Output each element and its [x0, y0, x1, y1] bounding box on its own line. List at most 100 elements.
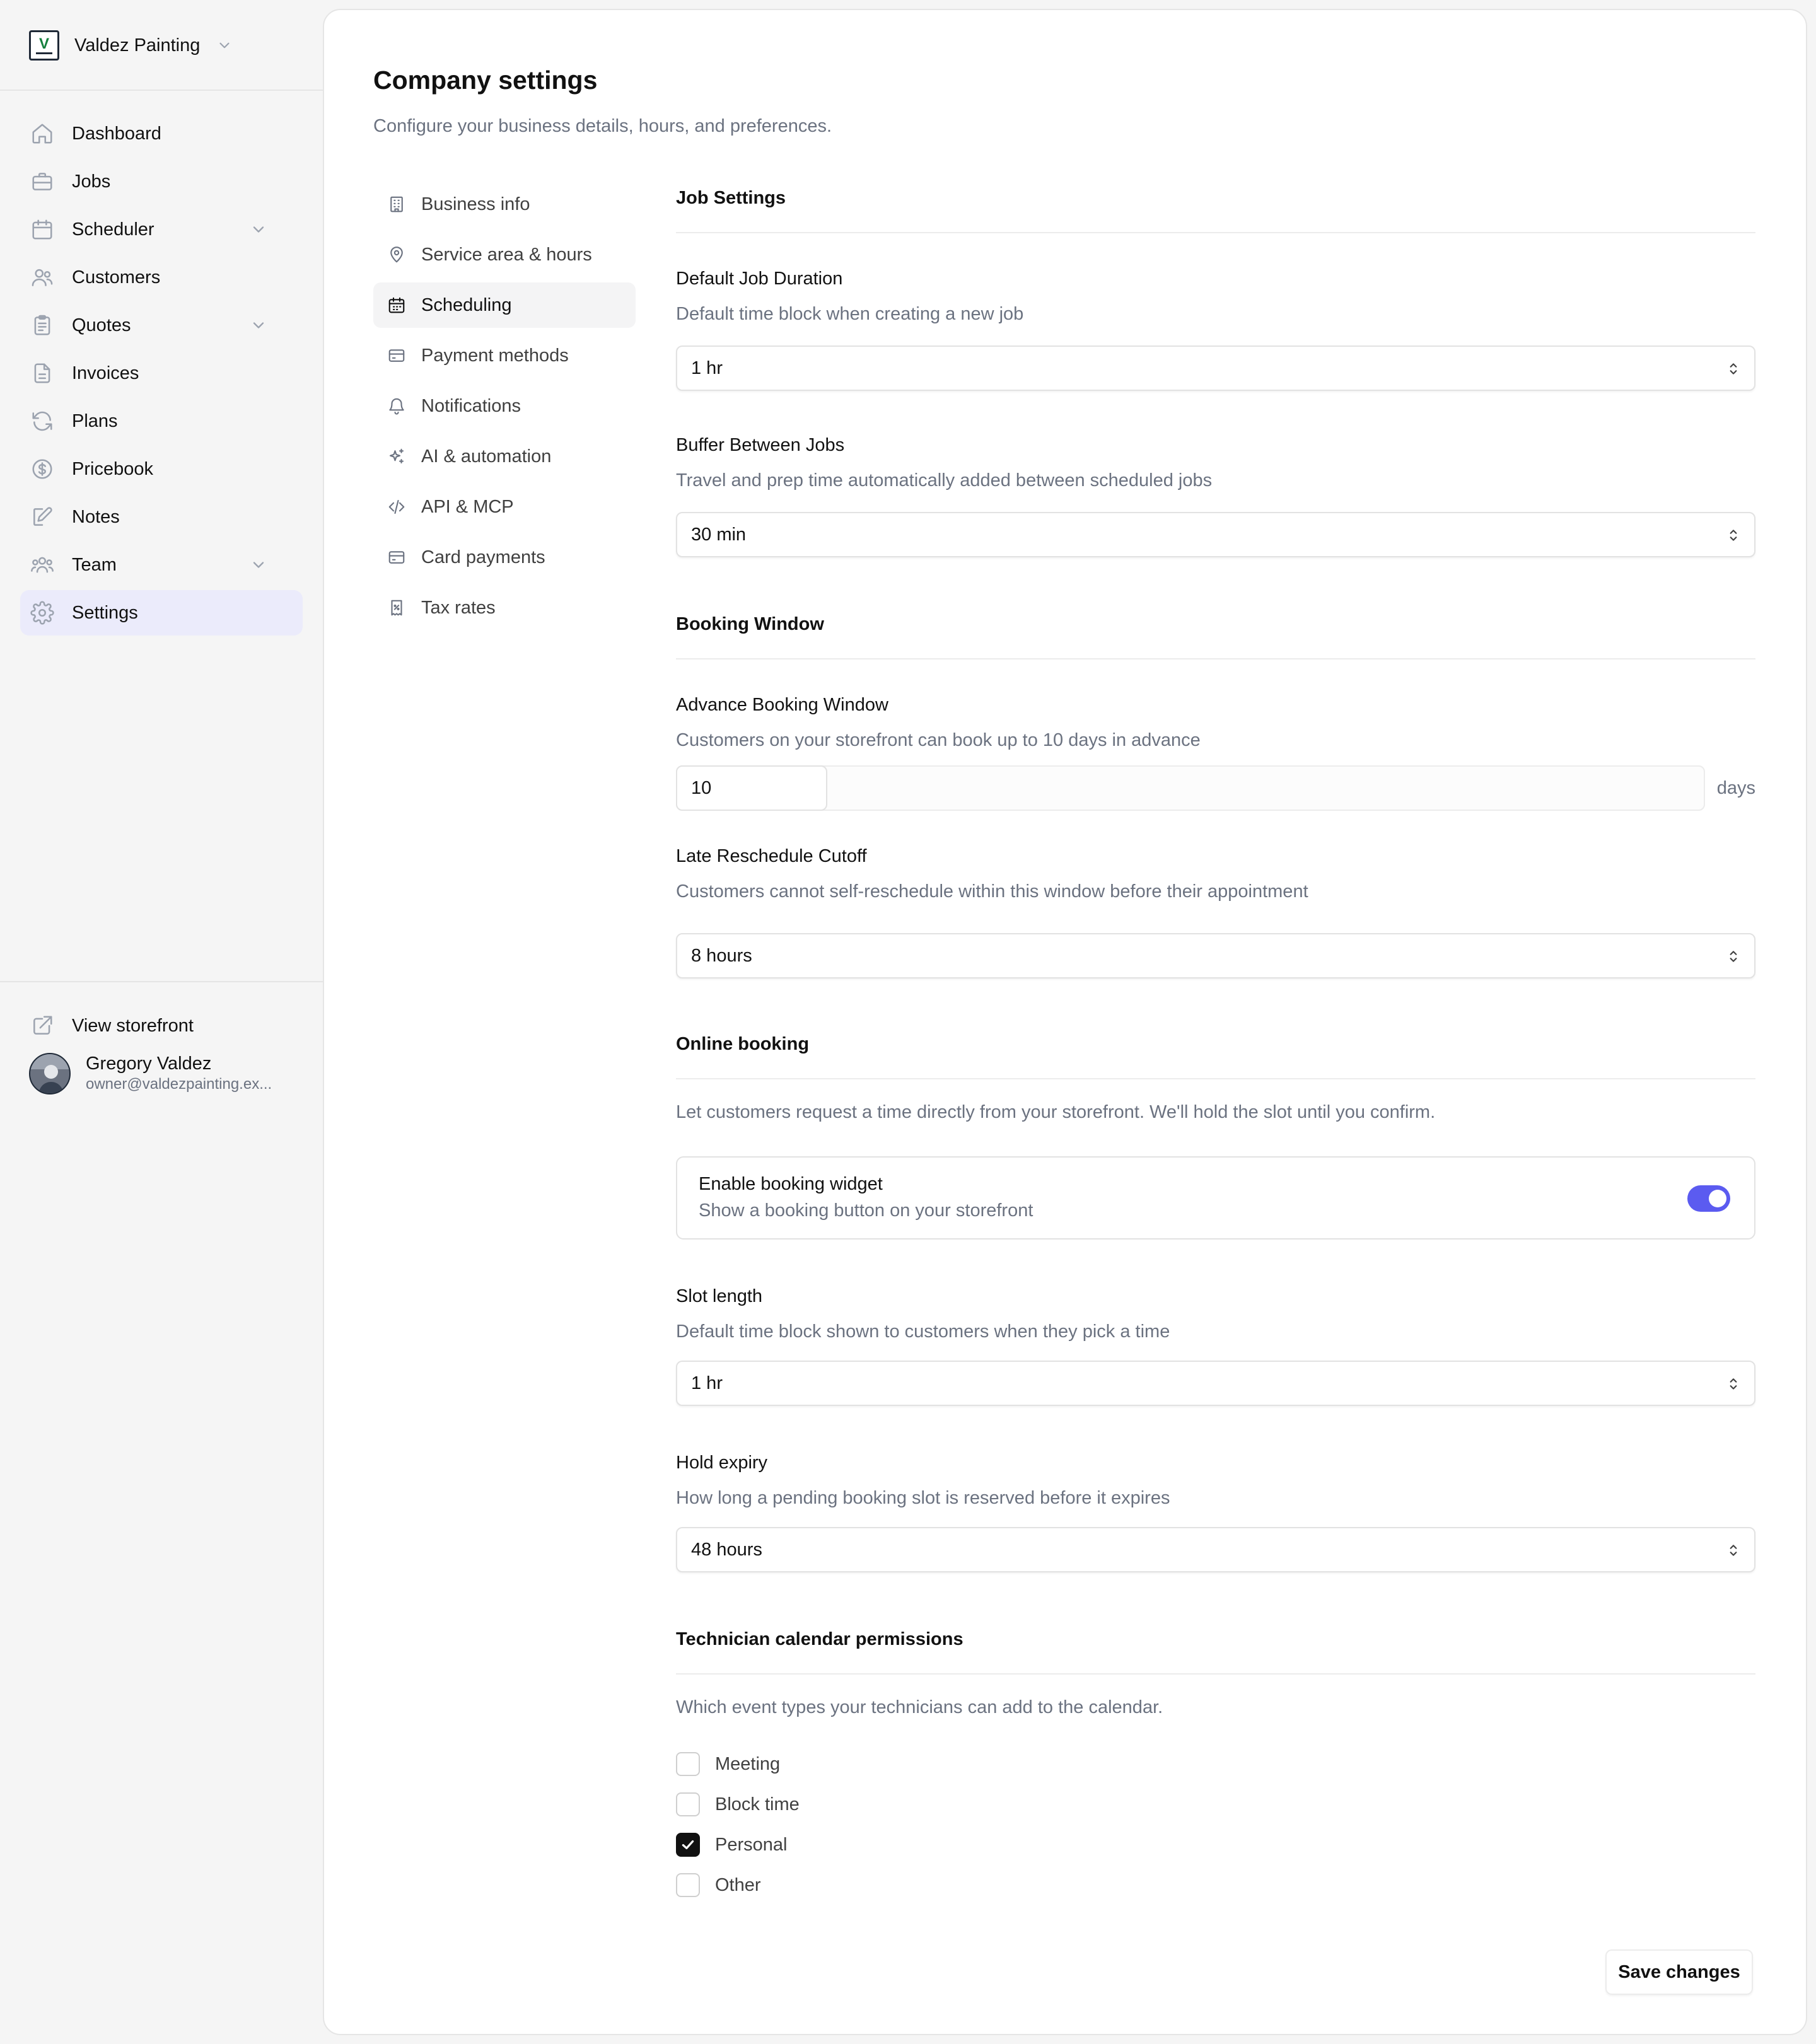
- select-value: 8 hours: [691, 945, 752, 966]
- advance-booking-window-field: 10 days: [676, 765, 1755, 811]
- advance-booking-window-help: Customers on your storefront can book up…: [676, 730, 1201, 750]
- advance-booking-window-input[interactable]: 10: [676, 765, 827, 811]
- meeting-checkbox[interactable]: [676, 1752, 700, 1776]
- select-value: 48 hours: [691, 1539, 762, 1560]
- section-divider: [676, 658, 1755, 659]
- settings-tab-service-area[interactable]: Service area & hours: [373, 232, 636, 277]
- settings-tab-card-payments[interactable]: Card payments: [373, 535, 636, 580]
- credit-card-icon: [387, 346, 406, 365]
- settings-tab-label: Scheduling: [421, 294, 512, 315]
- late-reschedule-cutoff-select[interactable]: 8 hours: [676, 933, 1755, 978]
- sidebar-divider: [0, 90, 323, 91]
- credit-card-icon: [387, 548, 406, 567]
- checkbox-label: Personal: [715, 1834, 788, 1855]
- buffer-between-jobs-select[interactable]: 30 min: [676, 512, 1755, 557]
- company-name: Valdez Painting: [74, 35, 201, 55]
- block-time-checkbox[interactable]: [676, 1792, 700, 1816]
- settings-tab-api-mcp[interactable]: API & MCP: [373, 484, 636, 530]
- sidebar-item-label: Pricebook: [72, 458, 153, 479]
- chevron-up-down-icon: [1725, 527, 1742, 543]
- company-logo: V: [29, 30, 59, 61]
- sidebar-item-label: Dashboard: [72, 123, 161, 144]
- chevron-down-icon[interactable]: [250, 316, 274, 340]
- sidebar-item-dashboard[interactable]: Dashboard: [20, 111, 303, 156]
- late-reschedule-cutoff-help: Customers cannot self-reschedule within …: [676, 881, 1308, 902]
- slot-length-select[interactable]: 1 hr: [676, 1361, 1755, 1406]
- settings-tab-label: Tax rates: [421, 597, 496, 618]
- sidebar-item-label: Team: [72, 554, 117, 575]
- code-icon: [387, 497, 406, 516]
- sidebar-footer: View storefront Gregory Valdez owner@val…: [20, 1006, 303, 1095]
- main-content: Company settings Configure your business…: [323, 9, 1807, 2035]
- checkbox-label: Meeting: [715, 1753, 781, 1774]
- sidebar-item-notes[interactable]: Notes: [20, 494, 303, 540]
- settings-tab-label: Business info: [421, 194, 530, 214]
- input-suffix: days: [1716, 778, 1755, 798]
- sidebar-divider: [0, 981, 323, 982]
- page-subtitle: Configure your business details, hours, …: [373, 116, 832, 136]
- sidebar-item-label: Plans: [72, 410, 118, 431]
- other-checkbox[interactable]: [676, 1873, 700, 1897]
- view-storefront-link[interactable]: View storefront: [20, 1006, 303, 1045]
- booking-widget-title: Enable booking widget: [699, 1174, 883, 1194]
- buffer-between-jobs-help: Travel and prep time automatically added…: [676, 470, 1213, 491]
- hold-expiry-select[interactable]: 48 hours: [676, 1527, 1755, 1572]
- user-name: Gregory Valdez: [86, 1054, 212, 1074]
- settings-tab-payment-methods[interactable]: Payment methods: [373, 333, 636, 378]
- company-switcher[interactable]: V Valdez Painting: [29, 29, 233, 62]
- booking-widget-subtitle: Show a booking button on your storefront: [699, 1200, 1033, 1221]
- chevron-down-icon[interactable]: [250, 221, 274, 245]
- select-value: 1 hr: [691, 357, 723, 378]
- refresh-icon: [30, 409, 54, 433]
- settings-nav: Business info Service area & hours Sched…: [373, 182, 636, 636]
- sidebar-item-invoices[interactable]: Invoices: [20, 351, 303, 396]
- settings-tab-scheduling[interactable]: Scheduling: [373, 282, 636, 328]
- settings-tab-notifications[interactable]: Notifications: [373, 383, 636, 429]
- sidebar-item-customers[interactable]: Customers: [20, 255, 303, 300]
- settings-tab-label: API & MCP: [421, 496, 514, 517]
- permission-option-other: Other: [676, 1873, 761, 1898]
- pencil-icon: [30, 505, 54, 529]
- section-title-booking-window: Booking Window: [676, 614, 824, 634]
- receipt-icon: [387, 598, 406, 617]
- sidebar-item-label: Customers: [72, 267, 161, 287]
- booking-widget-card: Enable booking widget Show a booking but…: [676, 1156, 1755, 1240]
- personal-checkbox[interactable]: [676, 1833, 700, 1857]
- user-menu[interactable]: Gregory Valdez owner@valdezpainting.ex..…: [20, 1053, 303, 1095]
- default-job-duration-select[interactable]: 1 hr: [676, 346, 1755, 391]
- section-divider: [676, 1078, 1755, 1079]
- sidebar-item-label: Invoices: [72, 363, 139, 383]
- sidebar-item-label: Settings: [72, 602, 138, 623]
- default-job-duration-help: Default time block when creating a new j…: [676, 304, 1024, 324]
- chevron-down-icon[interactable]: [250, 556, 274, 580]
- slot-length-help: Default time block shown to customers wh…: [676, 1321, 1170, 1342]
- input-track: [676, 765, 1705, 811]
- permission-option-personal: Personal: [676, 1832, 787, 1857]
- avatar: [29, 1053, 71, 1095]
- toggle-knob: [1709, 1190, 1726, 1207]
- section-divider: [676, 232, 1755, 233]
- hold-expiry-label: Hold expiry: [676, 1453, 768, 1473]
- home-icon: [30, 122, 54, 146]
- chevron-up-down-icon: [1725, 1542, 1742, 1559]
- settings-tab-tax-rates[interactable]: Tax rates: [373, 585, 636, 630]
- sidebar-item-jobs[interactable]: Jobs: [20, 159, 303, 204]
- late-reschedule-cutoff-label: Late Reschedule Cutoff: [676, 846, 867, 866]
- chevron-up-down-icon: [1725, 1376, 1742, 1392]
- sidebar-item-settings[interactable]: Settings: [20, 590, 303, 636]
- sidebar-item-scheduler[interactable]: Scheduler: [20, 207, 303, 252]
- sidebar-item-pricebook[interactable]: Pricebook: [20, 446, 303, 492]
- checkbox-label: Other: [715, 1874, 761, 1895]
- permission-option-meeting: Meeting: [676, 1751, 780, 1777]
- settings-tab-business-info[interactable]: Business info: [373, 182, 636, 227]
- sidebar-item-quotes[interactable]: Quotes: [20, 303, 303, 348]
- save-changes-button[interactable]: Save changes: [1605, 1949, 1753, 1995]
- team-icon: [30, 553, 54, 577]
- enable-booking-widget-toggle[interactable]: [1687, 1185, 1730, 1212]
- settings-tab-ai-automation[interactable]: AI & automation: [373, 434, 636, 479]
- sidebar-item-team[interactable]: Team: [20, 542, 303, 588]
- sidebar-item-plans[interactable]: Plans: [20, 398, 303, 444]
- page-title: Company settings: [373, 66, 598, 95]
- view-storefront-label: View storefront: [72, 1015, 194, 1036]
- external-link-icon: [30, 1014, 54, 1038]
